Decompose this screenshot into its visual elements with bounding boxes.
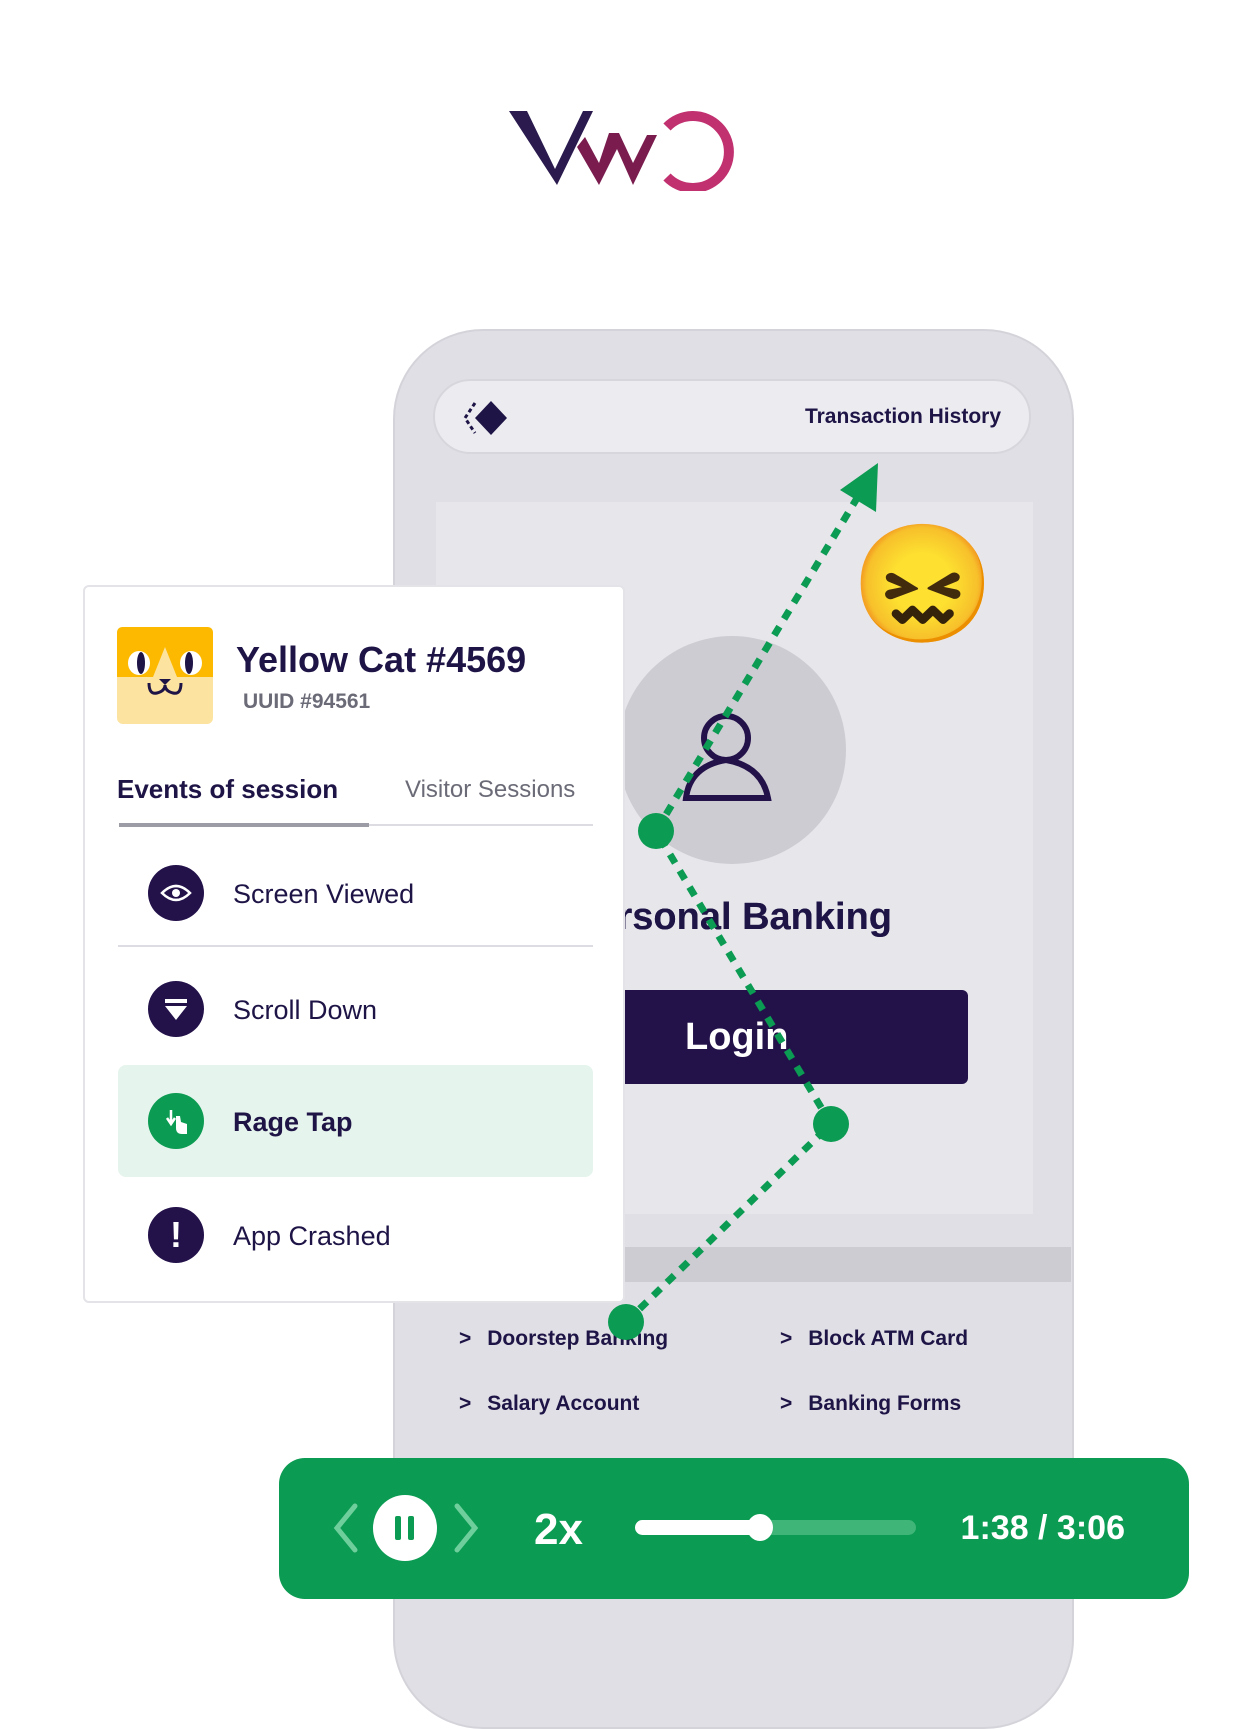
previous-icon[interactable] [331, 1502, 361, 1554]
next-icon[interactable] [451, 1502, 481, 1554]
gesture-path [623, 478, 871, 1325]
progress-fill [635, 1520, 761, 1535]
progress-slider[interactable] [635, 1514, 916, 1541]
pause-button[interactable] [373, 1495, 437, 1561]
tap-point [813, 1106, 849, 1142]
session-player: 2x 1:38 / 3:06 [279, 1458, 1189, 1599]
tap-point [638, 813, 674, 849]
playback-time: 1:38 / 3:06 [960, 1509, 1125, 1547]
pause-icon-bar [408, 1516, 414, 1540]
tap-point [608, 1304, 644, 1340]
progress-knob[interactable] [747, 1514, 774, 1541]
arrow-head-icon [840, 463, 878, 512]
pause-icon [395, 1516, 401, 1540]
playback-speed[interactable]: 2x [534, 1505, 583, 1555]
tap-path-overlay [608, 463, 878, 1340]
